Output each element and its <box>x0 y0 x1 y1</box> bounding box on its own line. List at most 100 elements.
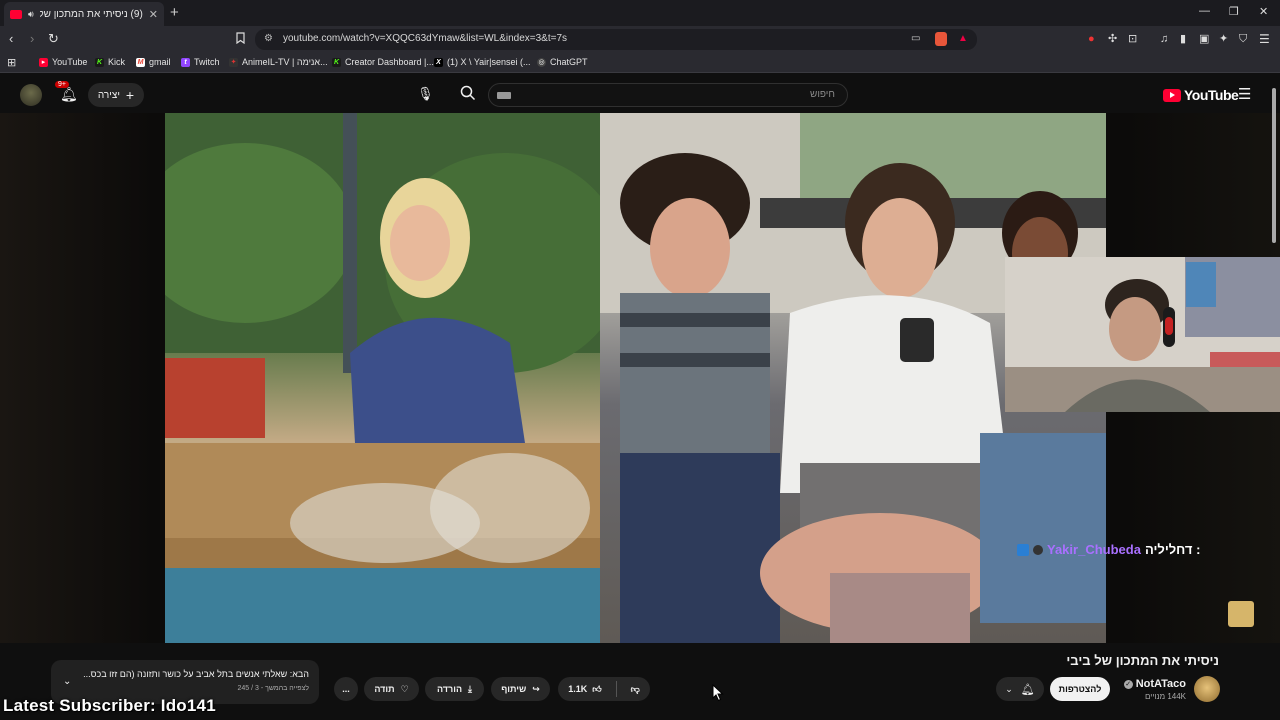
verified-badge-icon <box>1017 543 1029 556</box>
notifications-bell-icon[interactable]: 🔔︎ <box>60 86 78 103</box>
kick-icon: K <box>95 57 104 67</box>
bookmark-x[interactable]: X (1) X \ Yair|sensei (... <box>434 57 531 67</box>
gmail-icon: M <box>136 57 145 67</box>
screenshot-icon[interactable]: ⊡ <box>1128 32 1137 46</box>
subscription-bell-button[interactable]: ⌄ 🔔︎ <box>996 677 1044 701</box>
download-icon: ⤓ <box>468 683 473 694</box>
apps-grid-icon[interactable]: ⊞ <box>7 56 16 70</box>
rewards-icon[interactable]: ▲ <box>958 33 968 44</box>
bookmark-kick[interactable]: K Kick <box>95 57 125 67</box>
share-button[interactable]: שיתוף ↪ <box>491 677 550 701</box>
browser-tab-strip: ✕ (9) ניסיתי את המתכון של ביבי 🔊︎ + — ❐ … <box>0 0 1280 26</box>
chat-username: Yakir_Chubeda <box>1047 542 1141 557</box>
address-bar[interactable]: ⚙ youtube.com/watch?v=XQQC63dYmaw&list=W… <box>255 29 977 50</box>
channel-watermark-icon[interactable] <box>1228 601 1254 627</box>
extensions-icon[interactable]: ✣ <box>1108 32 1117 46</box>
leo-ai-icon[interactable]: ✦ <box>1219 32 1228 46</box>
close-tab-icon[interactable]: ✕ <box>149 8 158 21</box>
download-button[interactable]: הורדה ⤓ <box>425 677 484 701</box>
verified-check-icon: ✓ <box>1123 679 1133 689</box>
bookmark-animeil[interactable]: ✦ AnimeIL-TV | אנימה... <box>229 57 328 67</box>
create-button[interactable]: יצירה + <box>88 83 144 107</box>
vpn-icon[interactable]: ⛉ <box>1239 32 1247 46</box>
animeil-icon: ✦ <box>229 57 238 67</box>
bookmark-label: Twitch <box>194 57 220 67</box>
bookmark-label: Kick <box>108 57 126 67</box>
bookmark-label: gmail <box>149 57 171 67</box>
sidebar-icon[interactable]: ▮ <box>1180 32 1186 46</box>
video-frame-left <box>165 113 600 643</box>
minimize-icon[interactable]: — <box>1199 5 1210 17</box>
account-avatar[interactable] <box>20 84 42 106</box>
bookmark-gmail[interactable]: Mgmail <box>136 57 171 67</box>
channel-name[interactable]: NotATaco <box>1136 678 1186 690</box>
maximize-icon[interactable]: ❐ <box>1229 5 1239 18</box>
twitch-icon: t <box>181 57 190 67</box>
bookmark-twitch[interactable]: t Twitch <box>181 57 220 67</box>
dislike-button[interactable]: 👎︎ <box>623 684 648 695</box>
keyboard-icon[interactable] <box>497 92 511 99</box>
channel-avatar[interactable] <box>1194 676 1220 702</box>
chevron-down-icon: ⌄ <box>1005 683 1013 694</box>
record-icon[interactable]: ● <box>1088 32 1095 46</box>
latest-subscriber-overlay: Latest Subscriber: Ido141 <box>3 696 216 715</box>
like-count: 1.1K <box>568 684 588 694</box>
cast-icon[interactable]: ▭ <box>911 33 920 44</box>
browser-toolbar: ‹ › ↻ ⚙ youtube.com/watch?v=XQQC63dYmaw&… <box>0 26 1280 53</box>
bookmark-chatgpt[interactable]: ◎ ChatGPT <box>537 57 588 67</box>
video-title: ניסיתי את המתכון של ביבי <box>1066 653 1219 668</box>
menu-icon[interactable]: ☰ <box>1259 32 1270 46</box>
bookmark-youtube[interactable]: ▸ YouTube <box>39 57 87 67</box>
tab-title: (9) ניסיתי את המתכון של ביבי <box>39 8 143 20</box>
wallet-icon[interactable]: ▣ <box>1199 32 1209 46</box>
url-text[interactable]: youtube.com/watch?v=XQQC63dYmaw&list=WL&… <box>283 33 567 44</box>
bookmark-page-icon[interactable] <box>236 32 245 47</box>
speaker-icon[interactable]: 🔊︎ <box>28 9 34 20</box>
thanks-heart-icon: ♡ <box>400 683 409 694</box>
channel-name-row[interactable]: ✓ NotATaco <box>1123 678 1186 690</box>
browser-tab[interactable]: ✕ (9) ניסיתי את המתכון של ביבי 🔊︎ <box>4 2 164 26</box>
webcam-overlay <box>1005 257 1280 412</box>
bookmark-label: (1) X \ Yair|sensei (... <box>447 57 531 67</box>
divider <box>615 681 617 697</box>
like-button[interactable]: 1.1K 👍︎ <box>560 684 609 695</box>
reload-icon[interactable]: ↻ <box>48 32 59 46</box>
media-icon[interactable]: ♫ <box>1160 32 1168 46</box>
search-input[interactable]: חיפוש <box>488 83 848 107</box>
new-tab-button[interactable]: + <box>170 4 179 21</box>
chevron-down-icon[interactable]: ⌄ <box>63 676 71 687</box>
chat-badge-icon <box>1033 544 1043 555</box>
guide-menu-icon[interactable]: ☰ <box>1238 85 1251 103</box>
thumbs-up-icon: 👍︎ <box>592 683 602 694</box>
youtube-logo[interactable]: YouTube <box>1163 87 1239 103</box>
close-window-icon[interactable]: ✕ <box>1259 5 1268 18</box>
site-info-icon[interactable]: ⚙ <box>264 33 273 44</box>
thanks-button[interactable]: תודה ♡ <box>364 677 419 701</box>
subscriber-count: 144K מנויים <box>1144 692 1186 701</box>
back-icon[interactable]: ‹ <box>9 32 13 46</box>
chatgpt-icon: ◎ <box>537 57 546 67</box>
youtube-header: 🔔︎ 9+ יצירה + 🎙︎ חיפוש YouTube ☰ <box>0 77 1280 113</box>
x-icon: X <box>434 57 443 67</box>
bookmark-label: ChatGPT <box>550 57 588 67</box>
bookmark-creator-dashboard[interactable]: K Creator Dashboard |... <box>332 57 434 67</box>
notifications-badge: 9+ <box>55 81 69 88</box>
download-label: הורדה <box>436 684 463 694</box>
search-placeholder: חיפוש <box>810 89 835 100</box>
page-scrollbar[interactable] <box>1272 88 1276 243</box>
create-label: יצירה <box>97 89 120 101</box>
chat-message-overlay: : דחליליה Yakir_Chubeda <box>1017 542 1200 557</box>
like-dislike-group: 1.1K 👍︎ 👎︎ <box>558 677 650 701</box>
brave-shield-icon[interactable] <box>935 32 947 46</box>
voice-search-icon[interactable]: 🎙︎ <box>417 86 434 102</box>
plus-icon: + <box>125 87 135 103</box>
forward-icon[interactable]: › <box>30 32 34 46</box>
bookmark-label: AnimeIL-TV | אנימה... <box>242 57 328 67</box>
subscribe-button[interactable]: להצטרפות <box>1050 677 1110 701</box>
share-icon: ↪ <box>532 683 540 694</box>
search-icon[interactable] <box>460 85 476 106</box>
logo-text: YouTube <box>1184 87 1239 103</box>
thumbs-down-icon: 👎︎ <box>630 683 640 694</box>
thanks-label: תודה <box>374 684 395 694</box>
more-actions-button[interactable]: ... <box>334 677 358 701</box>
